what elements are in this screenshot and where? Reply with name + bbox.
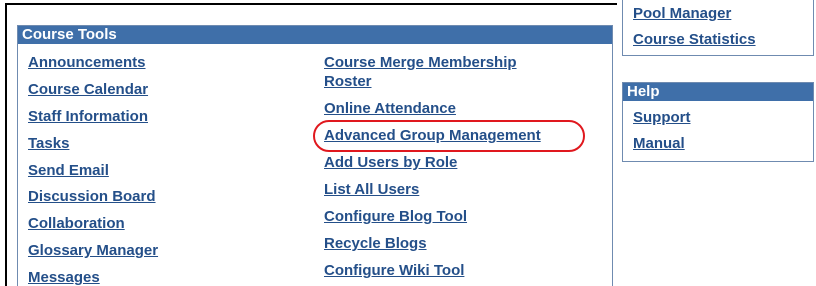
link-roster[interactable]: Roster xyxy=(324,73,372,91)
link-course-statistics[interactable]: Course Statistics xyxy=(633,31,756,49)
link-advanced-group-management[interactable]: Advanced Group Management xyxy=(324,127,541,145)
link-support[interactable]: Support xyxy=(633,109,691,127)
link-course-merge-membership[interactable]: Course Merge Membership xyxy=(324,54,517,72)
link-staff-information[interactable]: Staff Information xyxy=(28,108,148,126)
link-configure-blog-tool[interactable]: Configure Blog Tool xyxy=(324,208,467,226)
link-add-users-by-role[interactable]: Add Users by Role xyxy=(324,154,457,172)
frame-top-border xyxy=(5,3,617,5)
link-tasks[interactable]: Tasks xyxy=(28,135,69,153)
link-collaboration[interactable]: Collaboration xyxy=(28,215,125,233)
link-glossary-manager[interactable]: Glossary Manager xyxy=(28,242,158,260)
link-recycle-blogs[interactable]: Recycle Blogs xyxy=(324,235,427,253)
link-messages[interactable]: Messages xyxy=(28,269,100,286)
course-tools-header: Course Tools xyxy=(18,26,612,44)
help-header: Help xyxy=(623,83,813,101)
link-course-calendar[interactable]: Course Calendar xyxy=(28,81,148,99)
link-list-all-users[interactable]: List All Users xyxy=(324,181,419,199)
help-panel: Help Support Manual xyxy=(622,82,814,162)
link-pool-manager[interactable]: Pool Manager xyxy=(633,5,731,23)
course-tools-panel: Course Tools Announcements Course Calend… xyxy=(17,25,613,286)
frame-left-border xyxy=(5,3,7,286)
link-online-attendance[interactable]: Online Attendance xyxy=(324,100,456,118)
link-discussion-board[interactable]: Discussion Board xyxy=(28,188,156,206)
page: Course Tools Announcements Course Calend… xyxy=(0,0,816,286)
top-right-tools-panel: Pool Manager Course Statistics xyxy=(622,0,814,56)
link-configure-wiki-tool[interactable]: Configure Wiki Tool xyxy=(324,262,464,280)
link-send-email[interactable]: Send Email xyxy=(28,162,109,180)
link-manual[interactable]: Manual xyxy=(633,135,685,153)
link-announcements[interactable]: Announcements xyxy=(28,54,146,72)
